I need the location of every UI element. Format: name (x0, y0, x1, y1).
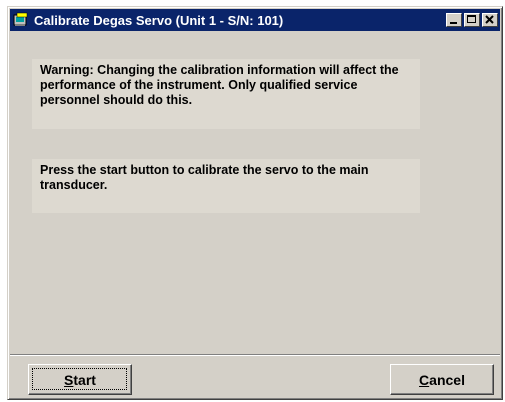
maximize-icon (467, 15, 476, 23)
warning-message: Warning: Changing the calibration inform… (32, 59, 420, 129)
calibrate-dialog-window: Calibrate Degas Servo (Unit 1 - S/N: 101… (7, 6, 503, 400)
window-title: Calibrate Degas Servo (Unit 1 - S/N: 101… (34, 12, 284, 28)
window-controls (444, 13, 498, 27)
app-icon[interactable] (12, 11, 30, 29)
start-button[interactable]: Start (28, 364, 132, 395)
title-bar[interactable]: Calibrate Degas Servo (Unit 1 - S/N: 101… (10, 9, 500, 31)
cancel-button[interactable]: Cancel (390, 364, 494, 395)
maximize-button[interactable] (464, 13, 480, 27)
minimize-icon (450, 22, 457, 24)
dialog-client-area: Warning: Changing the calibration inform… (10, 33, 500, 397)
button-divider (10, 354, 500, 356)
close-button[interactable] (482, 13, 498, 27)
instruction-message: Press the start button to calibrate the … (32, 159, 420, 213)
cancel-button-label: Cancel (419, 371, 465, 388)
minimize-button[interactable] (446, 13, 462, 27)
focus-rectangle (32, 368, 127, 390)
close-icon (485, 15, 494, 24)
